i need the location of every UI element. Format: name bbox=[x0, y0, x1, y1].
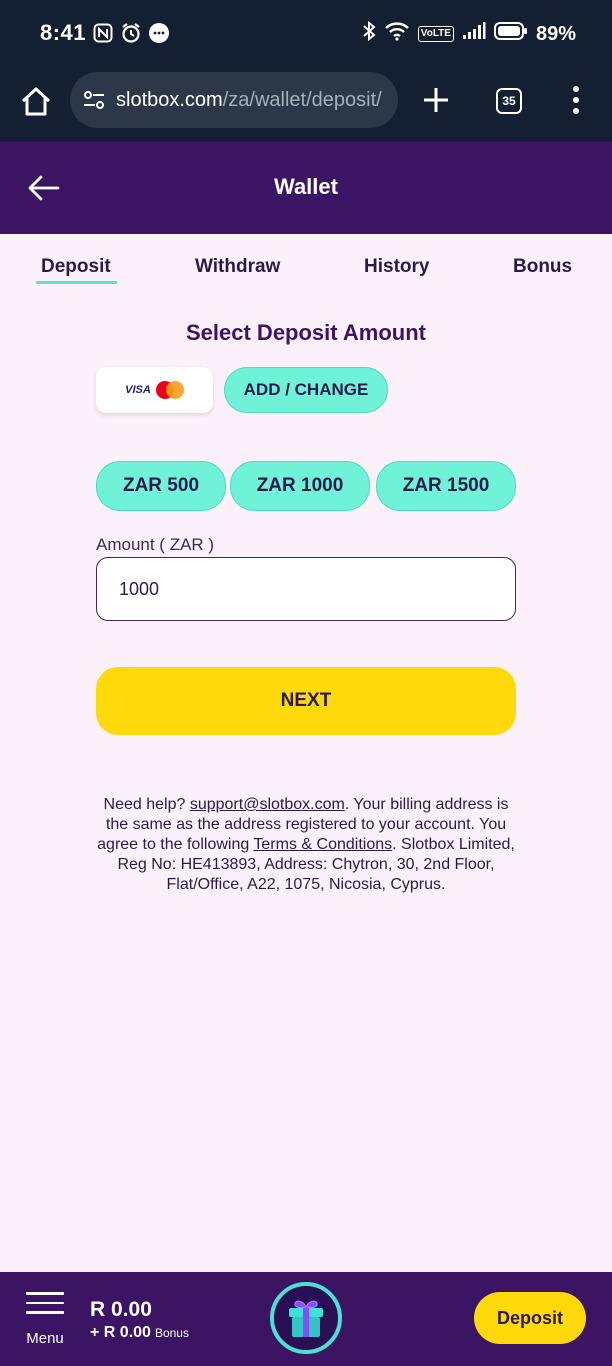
active-tab-indicator bbox=[36, 281, 117, 284]
url-path: /za/wallet/deposit/ bbox=[222, 88, 382, 111]
app-header: Wallet bbox=[0, 142, 612, 234]
help-prefix: Need help? bbox=[103, 796, 190, 813]
bonus-label: Bonus bbox=[154, 1326, 189, 1340]
browser-toolbar: slotbox.com/za/wallet/deposit/ 35 bbox=[0, 70, 612, 142]
site-settings-icon[interactable] bbox=[82, 88, 106, 112]
volte-badge: VoLTE bbox=[417, 26, 454, 42]
balance-amount: R 0.00 bbox=[90, 1298, 152, 1321]
amount-input[interactable] bbox=[96, 557, 516, 621]
url-text: slotbox.com/za/wallet/deposit/ bbox=[116, 89, 382, 112]
chat-icon bbox=[148, 22, 170, 44]
gift-box-icon bbox=[289, 1300, 323, 1337]
wifi-icon bbox=[384, 21, 410, 47]
home-icon bbox=[21, 87, 51, 116]
new-tab-button[interactable] bbox=[420, 84, 452, 116]
add-change-card-button[interactable]: ADD / CHANGE bbox=[224, 367, 388, 413]
payment-card-chip[interactable]: VISA bbox=[96, 367, 213, 413]
page-title: Wallet bbox=[274, 174, 338, 199]
status-right-icons: VoLTE 89% bbox=[362, 20, 576, 48]
tab-deposit[interactable]: Deposit bbox=[41, 256, 111, 278]
terms-link[interactable]: Terms & Conditions bbox=[253, 836, 392, 853]
kebab-menu-icon bbox=[573, 86, 579, 114]
menu-label: Menu bbox=[26, 1330, 64, 1347]
status-time: 8:41 bbox=[40, 20, 87, 45]
support-email-link[interactable]: support@slotbox.com bbox=[190, 796, 345, 813]
home-button[interactable] bbox=[18, 84, 54, 120]
amount-label: Amount ( ZAR ) bbox=[96, 535, 215, 554]
amount-option-1000[interactable]: ZAR 1000 bbox=[230, 461, 370, 511]
tab-switcher-button[interactable]: 35 bbox=[496, 88, 522, 114]
status-left-icons bbox=[92, 22, 170, 44]
status-bar: 8:41 VoLTE 89% bbox=[0, 0, 612, 70]
bonus-balance: + R 0.00 Bonus bbox=[90, 1324, 189, 1342]
plus-icon bbox=[424, 88, 448, 112]
tab-history[interactable]: History bbox=[364, 256, 429, 278]
amount-option-500[interactable]: ZAR 500 bbox=[96, 461, 226, 511]
url-bar[interactable]: slotbox.com/za/wallet/deposit/ bbox=[70, 72, 398, 128]
bonus-amount: + R 0.00 bbox=[90, 1324, 151, 1341]
deposit-button[interactable]: Deposit bbox=[474, 1292, 586, 1344]
bluetooth-icon bbox=[362, 20, 376, 48]
tab-withdraw[interactable]: Withdraw bbox=[195, 256, 280, 278]
url-host: slotbox.com bbox=[116, 88, 223, 111]
menu-button[interactable]: Menu bbox=[22, 1290, 68, 1350]
section-title: Select Deposit Amount bbox=[186, 320, 426, 345]
mastercard-icon bbox=[155, 381, 184, 399]
hamburger-icon bbox=[26, 1292, 64, 1321]
bottom-nav: Menu R 0.00 + R 0.00 Bonus Deposit bbox=[0, 1272, 612, 1366]
browser-menu-button[interactable] bbox=[566, 84, 586, 116]
alarm-icon bbox=[120, 22, 142, 44]
amount-option-1500[interactable]: ZAR 1500 bbox=[376, 461, 516, 511]
battery-icon bbox=[493, 21, 528, 47]
nfc-icon bbox=[92, 22, 114, 44]
next-button[interactable]: NEXT bbox=[96, 667, 516, 735]
tab-bonus[interactable]: Bonus bbox=[513, 256, 572, 278]
visa-logo: VISA bbox=[125, 384, 151, 396]
help-text: Need help? support@slotbox.com. Your bil… bbox=[92, 795, 520, 895]
battery-percent: 89% bbox=[535, 22, 576, 45]
gift-box-button[interactable] bbox=[270, 1282, 342, 1354]
signal-icon bbox=[462, 22, 486, 46]
